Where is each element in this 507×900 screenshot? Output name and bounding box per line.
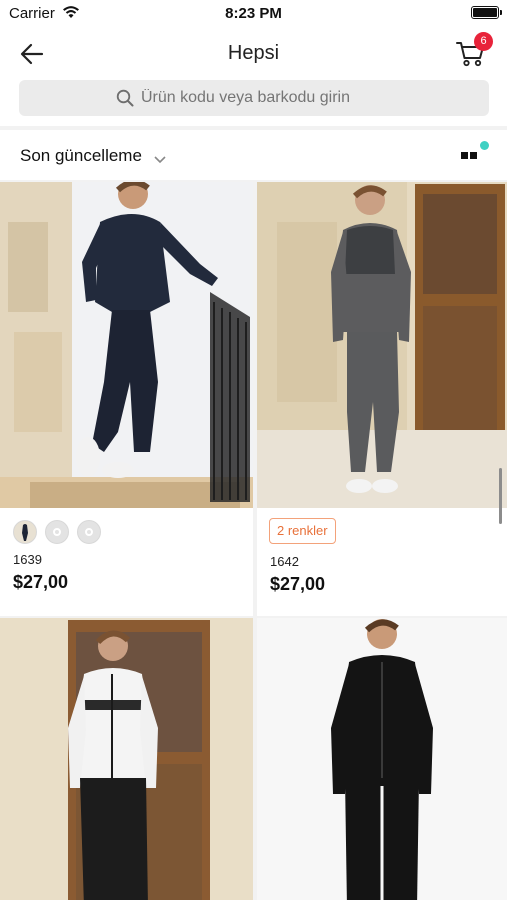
- product-image[interactable]: [0, 618, 253, 900]
- product-card[interactable]: 1639 $27,00: [0, 182, 253, 616]
- color-swatch[interactable]: [77, 520, 101, 544]
- page-title: Hepsi: [227, 42, 280, 64]
- cart-count-badge: 6: [474, 32, 493, 51]
- product-card[interactable]: [257, 618, 507, 900]
- status-bar: Carrier 8:23 PM: [0, 0, 507, 28]
- color-swatch[interactable]: [13, 520, 37, 544]
- sort-dropdown[interactable]: Son güncelleme: [20, 146, 142, 166]
- color-count-label[interactable]: 2 renkler: [269, 518, 336, 544]
- product-code: 1639: [13, 552, 42, 567]
- search-input[interactable]: [141, 80, 461, 116]
- chevron-down-icon[interactable]: [154, 151, 166, 169]
- search-icon: [116, 89, 134, 112]
- product-info: 1639 $27,00: [0, 508, 253, 616]
- grid-layout-icon[interactable]: [461, 141, 489, 164]
- product-image[interactable]: [257, 618, 507, 900]
- navigation-bar: Hepsi 6: [0, 28, 507, 78]
- product-price: $27,00: [270, 574, 326, 594]
- product-code: 1642: [270, 554, 299, 569]
- status-time: 8:23 PM: [225, 5, 282, 22]
- search-section: [0, 78, 507, 126]
- search-bar[interactable]: [19, 80, 489, 116]
- product-card[interactable]: [0, 618, 253, 900]
- product-image[interactable]: [257, 182, 507, 508]
- product-price: $27,00: [13, 572, 69, 592]
- product-card[interactable]: 2 renkler 1642 $27,00: [257, 182, 507, 616]
- layout-indicator-dot: [480, 141, 489, 150]
- product-image[interactable]: [0, 182, 253, 508]
- filter-bar: Son güncelleme: [0, 130, 507, 180]
- scroll-indicator[interactable]: [499, 468, 502, 524]
- product-info: 2 renkler 1642 $27,00: [257, 508, 507, 616]
- color-swatch[interactable]: [45, 520, 69, 544]
- battery-icon: [471, 6, 502, 19]
